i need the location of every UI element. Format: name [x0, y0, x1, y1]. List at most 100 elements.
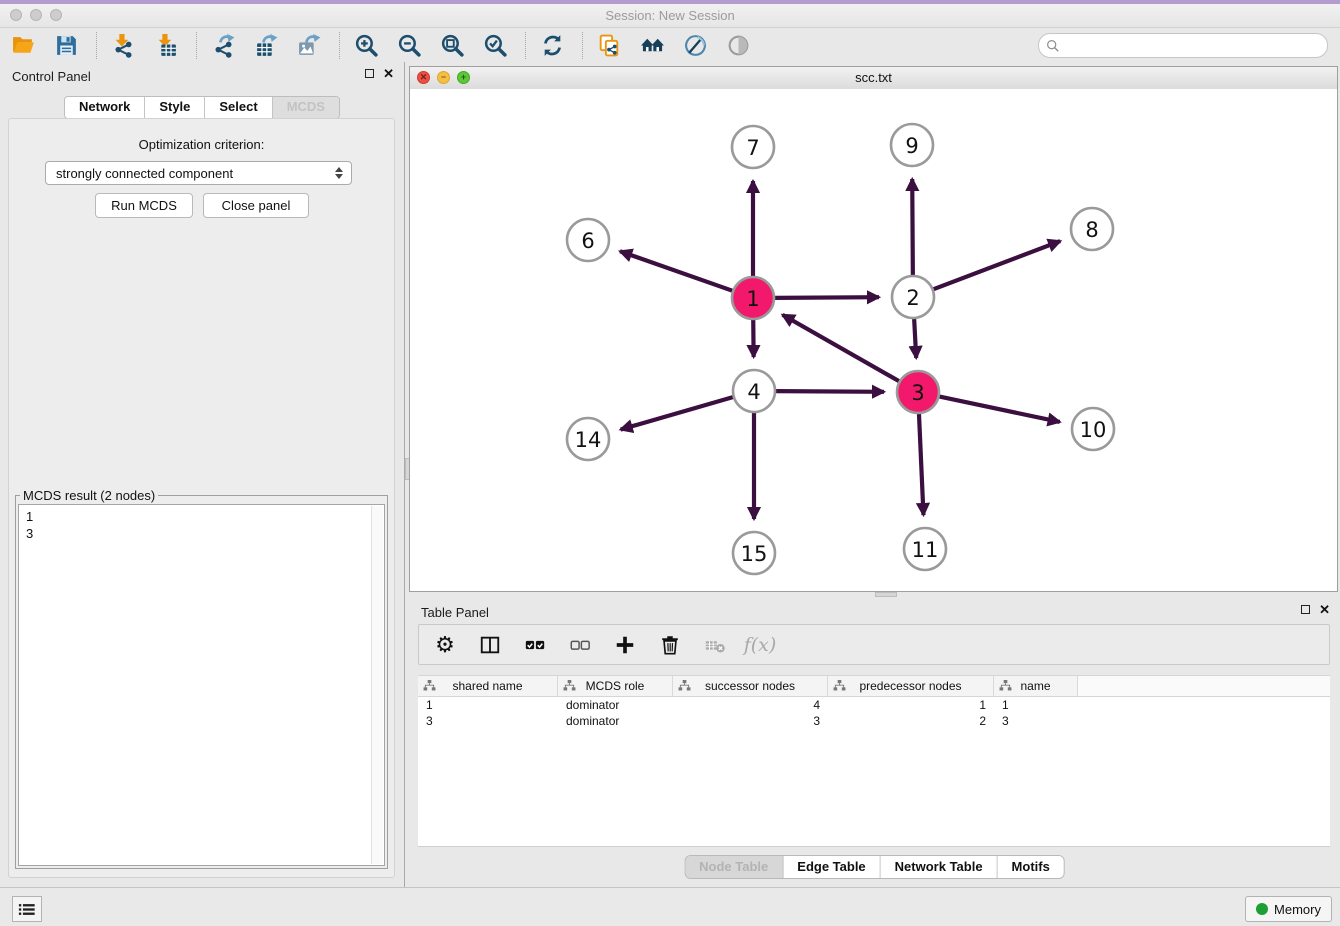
column-header-successor-nodes[interactable]: successor nodes [673, 676, 828, 697]
columns-icon[interactable] [478, 633, 502, 657]
network-canvas[interactable]: 7 9 6 8 1 2 4 3 14 10 15 11 [410, 89, 1337, 591]
network-window-titlebar[interactable]: ✕ − + scc.txt [410, 67, 1337, 90]
graph-node-label: 11 [912, 538, 939, 562]
table-cell[interactable]: dominator [558, 713, 673, 729]
graph-edge-2-3[interactable] [914, 319, 916, 358]
refresh-icon[interactable] [539, 32, 566, 59]
column-header-MCDS-role[interactable]: MCDS role [558, 676, 673, 697]
graph-node-14[interactable]: 14 [567, 418, 609, 460]
delete-row-icon[interactable] [658, 633, 682, 657]
graph-edge-2-8[interactable] [934, 241, 1061, 289]
zoom-selected-icon[interactable] [482, 32, 509, 59]
graph-node-2[interactable]: 2 [892, 276, 934, 318]
zoom-out-icon[interactable] [396, 32, 423, 59]
graph-edge-2-9[interactable] [912, 179, 913, 275]
graph-edge-4-3[interactable] [776, 391, 884, 392]
graph-node-label: 6 [581, 229, 594, 253]
column-header-shared-name[interactable]: shared name [418, 676, 558, 697]
open-session-icon[interactable] [10, 32, 37, 59]
control-panel-tabs: NetworkStyleSelectMCDS [64, 96, 340, 119]
zoom-fit-icon[interactable] [439, 32, 466, 59]
close-table-panel-icon[interactable]: ✕ [1319, 604, 1330, 615]
graph-edge-1-2[interactable] [775, 297, 879, 298]
graph-edge-3-10[interactable] [940, 397, 1060, 422]
export-table-icon[interactable] [253, 32, 280, 59]
mcds-result-textarea[interactable]: 1 3 [18, 504, 385, 866]
zoom-in-icon[interactable] [353, 32, 380, 59]
node-table: shared name MCDS rolesuccessor nodesprede… [418, 675, 1330, 847]
graph-node-7[interactable]: 7 [732, 126, 774, 168]
search-input[interactable] [1064, 36, 1327, 55]
graph-node-15[interactable]: 15 [733, 532, 775, 574]
table-cell[interactable]: 4 [673, 697, 828, 713]
memory-button[interactable]: Memory [1245, 896, 1332, 922]
mcds-result-text: 1 3 [19, 505, 384, 545]
home-layout-icon[interactable] [639, 32, 666, 59]
task-history-button[interactable] [12, 896, 42, 922]
optimization-dropdown[interactable]: strongly connected component [45, 161, 352, 185]
table-cell[interactable]: 1 [994, 697, 1078, 713]
column-header-name[interactable]: name [994, 676, 1078, 697]
table-row[interactable]: 1dominator411 [418, 697, 1330, 713]
graph-node-11[interactable]: 11 [904, 528, 946, 570]
column-label: name [1020, 679, 1050, 693]
graph-node-label: 9 [905, 134, 918, 158]
graph-node-3[interactable]: 3 [897, 371, 939, 413]
graph-node-6[interactable]: 6 [567, 219, 609, 261]
graph-node-1[interactable]: 1 [732, 277, 774, 319]
table-row[interactable]: 3dominator323 [418, 713, 1330, 729]
clone-network-icon[interactable] [596, 32, 623, 59]
table-cell[interactable]: dominator [558, 697, 673, 713]
run-mcds-button[interactable]: Run MCDS [95, 193, 193, 218]
graph-node-label: 14 [575, 428, 602, 452]
import-table-icon[interactable] [153, 32, 180, 59]
graph-node-4[interactable]: 4 [733, 370, 775, 412]
select-all-icon[interactable] [523, 633, 547, 657]
tab-style[interactable]: Style [145, 97, 205, 118]
optimization-value: strongly connected component [46, 166, 335, 181]
import-network-icon[interactable] [110, 32, 137, 59]
add-row-icon[interactable] [613, 633, 637, 657]
status-bar: Memory [0, 887, 1340, 926]
tab-motifs[interactable]: Motifs [998, 856, 1064, 878]
deselect-all-icon[interactable] [568, 633, 592, 657]
style-preview-icon[interactable] [682, 32, 709, 59]
column-hierarchy-icon [678, 680, 691, 691]
network-graph[interactable]: 7 9 6 8 1 2 4 3 14 10 15 11 [410, 89, 1337, 591]
table-cell[interactable]: 1 [828, 697, 994, 713]
table-cell[interactable]: 3 [994, 713, 1078, 729]
tab-select[interactable]: Select [205, 97, 272, 118]
tab-edge-table[interactable]: Edge Table [783, 856, 880, 878]
close-panel-button[interactable]: Close panel [203, 193, 309, 218]
export-image-icon[interactable] [296, 32, 323, 59]
horizontal-splitter-grip[interactable] [875, 592, 897, 597]
close-panel-icon[interactable]: ✕ [383, 68, 394, 79]
app-titlebar: Session: New Session [0, 4, 1340, 28]
column-label: shared name [452, 679, 522, 693]
column-header-predecessor-nodes[interactable]: predecessor nodes [828, 676, 994, 697]
result-scrollbar[interactable] [371, 506, 383, 864]
tab-network[interactable]: Network [65, 97, 145, 118]
graph-edge-3-1[interactable] [783, 315, 899, 381]
table-cell[interactable]: 3 [673, 713, 828, 729]
table-cell[interactable]: 1 [418, 697, 558, 713]
graph-edge-3-11[interactable] [919, 414, 924, 515]
tab-network-table[interactable]: Network Table [881, 856, 998, 878]
tab-node-table[interactable]: Node Table [685, 856, 783, 878]
graph-node-9[interactable]: 9 [891, 124, 933, 166]
graph-edge-4-14[interactable] [621, 397, 733, 429]
graph-node-8[interactable]: 8 [1071, 208, 1113, 250]
graph-edge-1-6[interactable] [620, 251, 732, 290]
column-header-filler [1078, 676, 1330, 697]
tab-mcds[interactable]: MCDS [273, 97, 339, 118]
table-tabs: Node TableEdge TableNetwork TableMotifs [684, 855, 1065, 879]
export-network-icon[interactable] [210, 32, 237, 59]
float-panel-icon[interactable] [365, 69, 374, 78]
network-window: ✕ − + scc.txt 7 9 6 8 1 2 4 3 14 10 15 11 [409, 66, 1338, 592]
table-cell[interactable]: 2 [828, 713, 994, 729]
table-cell[interactable]: 3 [418, 713, 558, 729]
save-session-icon[interactable] [53, 32, 80, 59]
settings-icon[interactable]: ⚙ [433, 633, 457, 657]
graph-node-10[interactable]: 10 [1072, 408, 1114, 450]
float-table-panel-icon[interactable] [1301, 605, 1310, 614]
